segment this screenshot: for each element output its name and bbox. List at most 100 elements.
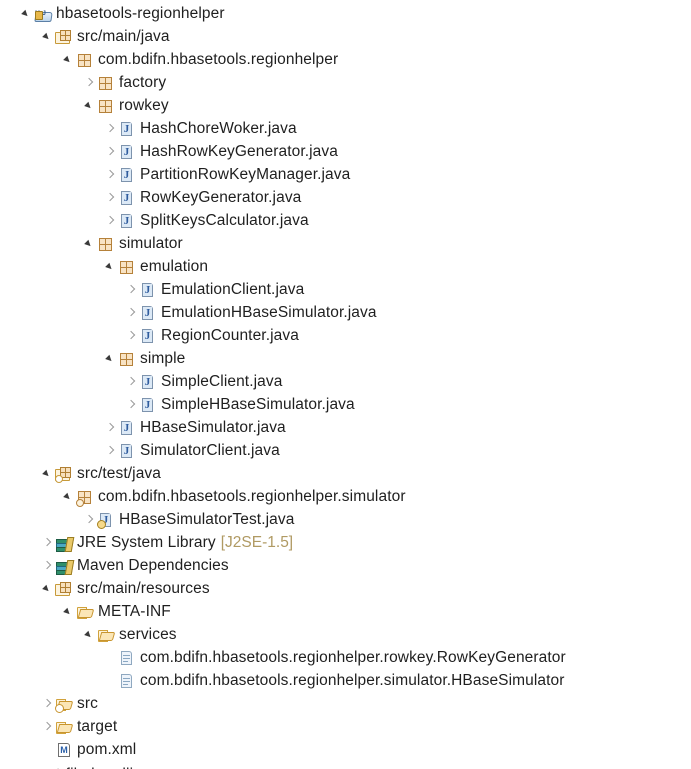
java-file-icon: [139, 373, 157, 391]
tree-row[interactable]: services: [0, 623, 691, 646]
expand-arrow-icon[interactable]: [39, 715, 55, 738]
tree-row[interactable]: src: [0, 692, 691, 715]
tree-row[interactable]: pom.xml: [0, 738, 691, 761]
tree-item-label: com.bdifn.hbasetools.regionhelper: [98, 51, 339, 68]
collapse-arrow-icon[interactable]: [81, 94, 97, 117]
package-icon-v: [84, 53, 86, 67]
tree-item-label: HBaseSimulator.java: [140, 419, 286, 436]
tree-item-label: simple: [140, 350, 186, 367]
folder-icon: [97, 626, 115, 644]
tree-row[interactable]: SimulatorClient.java: [0, 439, 691, 462]
tree-row[interactable]: PartitionRowKeyManager.java: [0, 163, 691, 186]
expand-arrow-icon[interactable]: [81, 508, 97, 531]
test-source-folder-icon-g2: [65, 466, 67, 478]
tree-row[interactable]: Maven Dependencies: [0, 554, 691, 577]
tree-row[interactable]: com.bdifn.hbasetools.regionhelper.simula…: [0, 669, 691, 692]
expand-arrow-icon[interactable]: [39, 692, 55, 715]
collapse-arrow-icon[interactable]: [81, 232, 97, 255]
expand-arrow-icon[interactable]: [123, 278, 139, 301]
tree-row[interactable]: RegionCounter.java: [0, 324, 691, 347]
collapse-arrow-icon[interactable]: [39, 462, 55, 485]
tree-item-label: hbasetools-regionhelper: [56, 5, 225, 22]
tree-item-label: RegionCounter.java: [161, 327, 299, 344]
tree-row-partial[interactable]: t-file-handling: [0, 763, 151, 769]
tree-row[interactable]: factory: [0, 71, 691, 94]
java-file-icon: [118, 143, 136, 161]
java-file-icon: [139, 396, 157, 414]
collapse-arrow-icon[interactable]: [60, 48, 76, 71]
tree-row[interactable]: simple: [0, 347, 691, 370]
java-file-icon: [139, 327, 157, 345]
maven-pom-icon: [55, 741, 73, 759]
tree-row[interactable]: HBaseSimulator.java: [0, 416, 691, 439]
expand-arrow-icon[interactable]: [81, 71, 97, 94]
java-file-icon: [118, 189, 136, 207]
tree-row[interactable]: hbasetools-regionhelper: [0, 2, 691, 26]
collapse-arrow-icon[interactable]: [60, 485, 76, 508]
package-explorer-tree[interactable]: hbasetools-regionhelper src/main/java com.…: [0, 0, 691, 769]
tree-row[interactable]: t-file-handling: [18, 763, 151, 769]
package-icon: [97, 235, 115, 253]
expand-arrow-icon[interactable]: [123, 301, 139, 324]
tree-row[interactable]: src/main/java: [0, 25, 691, 48]
expand-arrow-icon[interactable]: [102, 209, 118, 232]
tree-row[interactable]: SplitKeysCalculator.java: [0, 209, 691, 232]
java-file-icon-tint: [143, 306, 152, 319]
tree-row[interactable]: target: [0, 715, 691, 738]
tree-row[interactable]: rowkey: [0, 94, 691, 117]
expand-arrow-icon[interactable]: [123, 370, 139, 393]
folder-icon: [55, 718, 73, 736]
tree-row[interactable]: EmulationHBaseSimulator.java: [0, 301, 691, 324]
library-icon-b4: [64, 536, 75, 552]
tree-row[interactable]: HashRowKeyGenerator.java: [0, 140, 691, 163]
tree-row[interactable]: META-INF: [0, 600, 691, 623]
tree-item-label: SplitKeysCalculator.java: [140, 212, 309, 229]
collapse-arrow-icon[interactable]: [39, 577, 55, 600]
collapse-arrow-icon[interactable]: [60, 600, 76, 623]
file-icon-l3: [123, 660, 128, 662]
tree-item-label: JRE System Library: [77, 534, 216, 551]
tree-row[interactable]: emulation: [0, 255, 691, 278]
tree-row[interactable]: SimpleClient.java: [0, 370, 691, 393]
tree-row[interactable]: simulator: [0, 232, 691, 255]
tree-row[interactable]: JRE System Library [J2SE-1.5]: [0, 531, 691, 554]
tree-row[interactable]: src/test/java: [0, 462, 691, 485]
expand-arrow-icon[interactable]: [39, 531, 55, 554]
collapse-arrow-icon[interactable]: [18, 2, 34, 25]
expand-arrow-icon[interactable]: [102, 186, 118, 209]
expand-arrow-icon[interactable]: [102, 140, 118, 163]
expand-arrow-icon[interactable]: [102, 416, 118, 439]
tree-row[interactable]: com.bdifn.hbasetools.regionhelper.rowkey…: [0, 646, 691, 669]
expand-arrow-icon[interactable]: [123, 324, 139, 347]
tree-row[interactable]: HBaseSimulatorTest.java: [0, 508, 691, 531]
test-package-icon-mark: [76, 498, 84, 507]
tree-row[interactable]: HashChoreWoker.java: [0, 117, 691, 140]
file-icon-l1: [123, 654, 130, 656]
tree-row[interactable]: RowKeyGenerator.java: [0, 186, 691, 209]
collapse-arrow-icon[interactable]: [39, 25, 55, 48]
package-icon: [118, 258, 136, 276]
package-icon-v: [105, 99, 107, 113]
package-icon: [118, 350, 136, 368]
collapse-arrow-icon[interactable]: [81, 623, 97, 646]
java-file-icon: [139, 281, 157, 299]
tree-row[interactable]: com.bdifn.hbasetools.regionhelper.simula…: [0, 485, 691, 508]
collapse-arrow-icon[interactable]: [102, 255, 118, 278]
expand-arrow-icon[interactable]: [39, 554, 55, 577]
expand-arrow-icon[interactable]: [102, 117, 118, 140]
folder-icon: [76, 603, 94, 621]
java-file-icon-tint: [143, 375, 152, 388]
tree-item-label: EmulationHBaseSimulator.java: [161, 304, 377, 321]
collapse-arrow-icon[interactable]: [102, 347, 118, 370]
tree-row[interactable]: EmulationClient.java: [0, 278, 691, 301]
tree-row[interactable]: src/main/resources: [0, 577, 691, 600]
expand-arrow-icon[interactable]: [123, 393, 139, 416]
expand-arrow-icon[interactable]: [102, 163, 118, 186]
tree-item-label: PartitionRowKeyManager.java: [140, 166, 351, 183]
expand-arrow-icon[interactable]: [102, 439, 118, 462]
tree-row[interactable]: com.bdifn.hbasetools.regionhelper: [0, 48, 691, 71]
src-folder-icon-mark: [55, 703, 64, 713]
tree-row[interactable]: SimpleHBaseSimulator.java: [0, 393, 691, 416]
